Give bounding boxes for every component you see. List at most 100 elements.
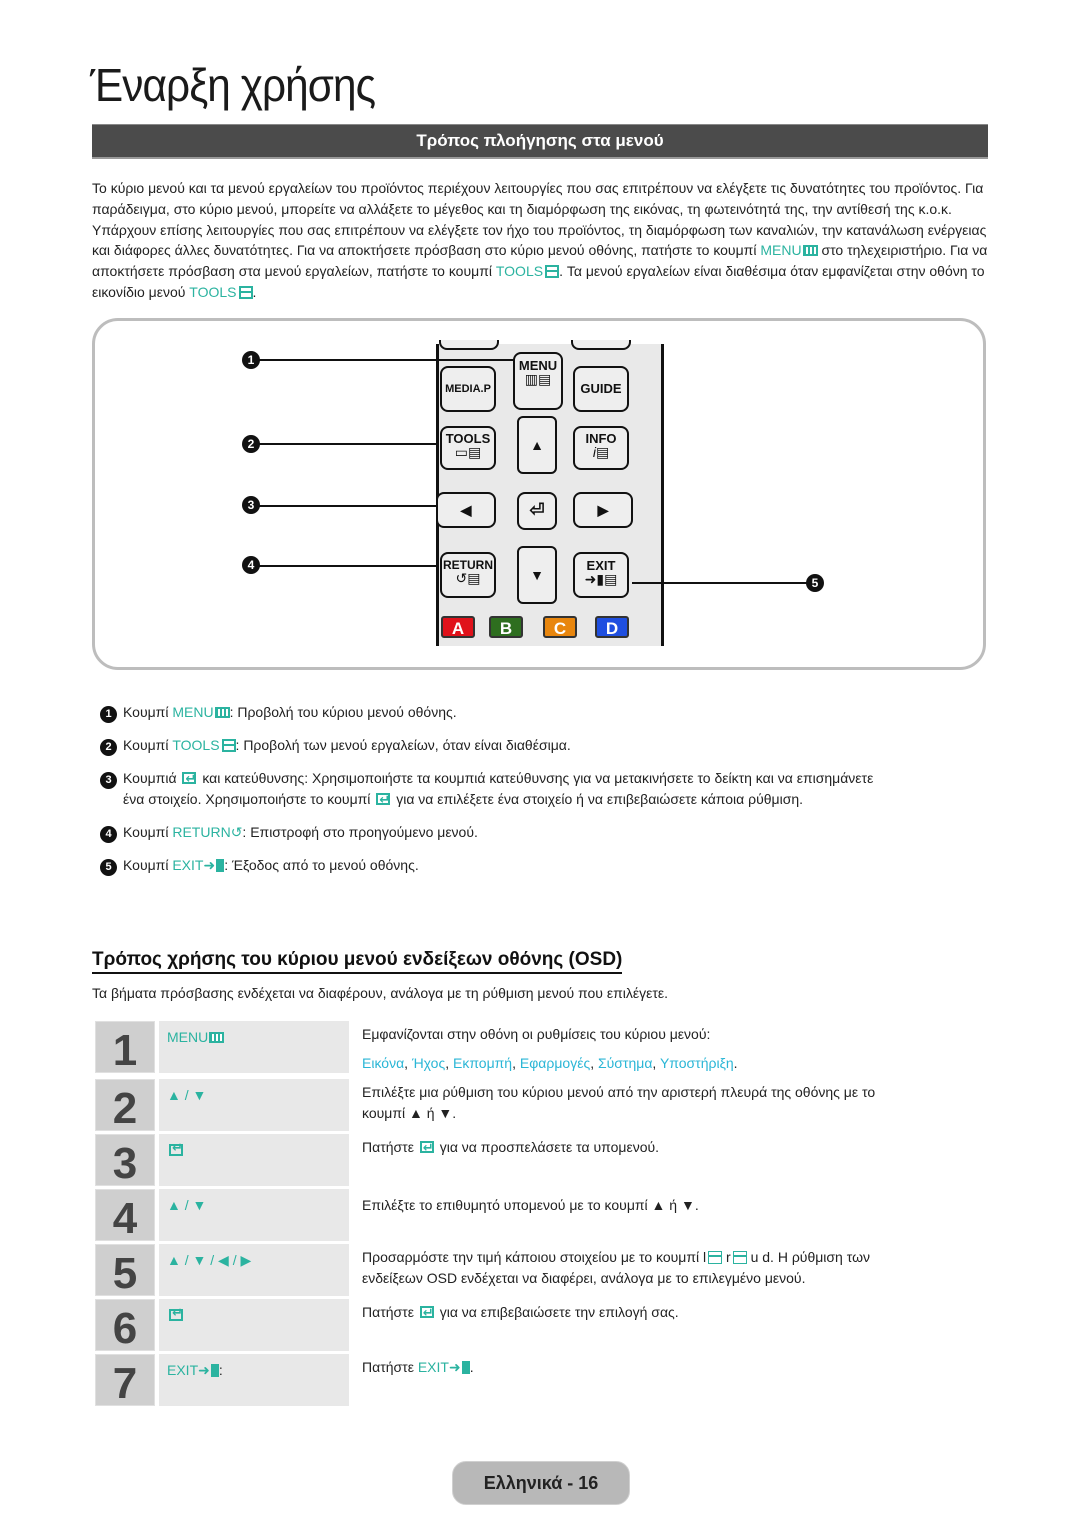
d-key-icon bbox=[708, 1251, 723, 1264]
guide-label: GUIDE bbox=[580, 381, 622, 396]
step-number: 1 bbox=[95, 1021, 155, 1075]
step-key bbox=[159, 1134, 349, 1186]
tools-icon bbox=[545, 265, 560, 279]
menu-key-label: MENU bbox=[760, 242, 802, 259]
callout-line-5 bbox=[632, 582, 808, 584]
exit-glyph-icon: ➜▮▤ bbox=[584, 571, 618, 587]
callout-line-4 bbox=[258, 565, 438, 567]
exit-arrow-icon: ➜ bbox=[198, 1362, 210, 1378]
step-desc-text: για να προσπελάσετε τα υπομενού. bbox=[435, 1139, 660, 1155]
menu-button: MENU ▥▤ bbox=[513, 352, 563, 410]
enter-button: ⏎ bbox=[517, 492, 557, 530]
step-row: 1 MENU Εμφανίζονται στην οθόνη οι ρυθμίσ… bbox=[95, 1021, 985, 1076]
color-button-a-label: A bbox=[451, 619, 465, 638]
menu-item-picture: Εικόνα bbox=[362, 1055, 405, 1071]
step-desc-text: Πατήστε bbox=[362, 1304, 418, 1320]
d-key-icon bbox=[732, 1251, 747, 1264]
tools-icon bbox=[221, 739, 236, 752]
step-description: Εμφανίζονται στην οθόνη οι ρυθμίσεις του… bbox=[362, 1024, 982, 1074]
legend-text: : Προβολή των μενού εργαλείων, όταν είνα… bbox=[235, 737, 571, 753]
step-number: 3 bbox=[95, 1134, 155, 1188]
legend-number: 4 bbox=[100, 826, 117, 843]
callout-line-2 bbox=[258, 443, 438, 445]
left-arrow-button: ◀ bbox=[436, 492, 496, 528]
step-number: 6 bbox=[95, 1299, 155, 1353]
legend-key: TOOLS bbox=[172, 737, 220, 753]
color-button-c-label: C bbox=[553, 619, 567, 638]
step-desc-text: u d. Η ρύθμιση των bbox=[746, 1249, 870, 1265]
exit-arrow-icon: ➜ bbox=[448, 1359, 461, 1375]
step-row: 3 Πατήστε για να προσπελάσετε τα υπομενο… bbox=[95, 1134, 985, 1189]
legend-number: 2 bbox=[100, 739, 117, 756]
step-key: MENU bbox=[159, 1021, 349, 1073]
menu-icon bbox=[214, 707, 230, 718]
intro-text-4: . bbox=[252, 283, 257, 300]
step-desc-text-2: κουμπί ▲ ή ▼. bbox=[362, 1105, 457, 1121]
page-title: Έναρξη χρήσης bbox=[90, 59, 376, 111]
menu-item-system: Σύστημα bbox=[597, 1055, 653, 1071]
tools-glyph-icon: ▭▤ bbox=[454, 444, 482, 460]
legend-item-1: 1 Κουμπί MENU: Προβολή του κύριου μενού ο… bbox=[100, 702, 980, 723]
exit-arrow-icon: ➜ bbox=[203, 857, 216, 873]
callout-line-1 bbox=[258, 359, 514, 361]
main-menu-list: Εικόνα, Ήχος, Εκπομπή, Εφαρμογές, Σύστημ… bbox=[362, 1055, 738, 1071]
color-button-d-label: D bbox=[605, 619, 619, 638]
step-desc-text: Πατήστε bbox=[362, 1359, 418, 1375]
exit-key-label: EXIT bbox=[417, 1359, 449, 1375]
step-description: Επιλέξτε το επιθυμητό υπομενού με το κου… bbox=[362, 1197, 699, 1213]
color-button-c: C bbox=[543, 616, 577, 638]
legend-prefix: Κουμπί bbox=[123, 704, 173, 720]
page-number-badge: Ελληνικά - 16 bbox=[452, 1461, 630, 1505]
step-key: ▲ / ▼ / ◀ / ▶ bbox=[159, 1244, 349, 1296]
step-number: 4 bbox=[95, 1189, 155, 1243]
remote-partial-button bbox=[571, 340, 631, 350]
tools-key-label-2: TOOLS bbox=[189, 283, 237, 300]
legend-text: για να επιλέξετε ένα στοιχείο ή να επιβε… bbox=[392, 791, 804, 807]
legend-prefix: Κουμπί bbox=[123, 737, 173, 753]
tools-icon bbox=[238, 285, 253, 299]
callout-line-3 bbox=[258, 505, 436, 507]
step-key: ▲ / ▼ bbox=[159, 1079, 349, 1131]
door-icon bbox=[461, 1361, 470, 1374]
return-icon: ↺ bbox=[230, 824, 243, 840]
menu-icon bbox=[209, 1032, 225, 1043]
color-button-b: B bbox=[489, 616, 523, 638]
menu-icon bbox=[802, 245, 818, 257]
step-number: 5 bbox=[95, 1244, 155, 1298]
legend-prefix: Κουμπί bbox=[123, 857, 173, 873]
exit-button: EXIT ➜▮▤ bbox=[573, 552, 629, 598]
enter-icon bbox=[376, 789, 391, 810]
step-row: 7 EXIT➜: Πατήστε EXIT➜. bbox=[95, 1354, 985, 1409]
step-desc-text: για να επιβεβαιώσετε την επιλογή σας. bbox=[435, 1304, 679, 1320]
step-description: Πατήστε για να προσπελάσετε τα υπομενού. bbox=[362, 1137, 982, 1158]
legend-text: : Προβολή του κύριου μενού οθόνης. bbox=[229, 704, 457, 720]
legend-key: RETURN bbox=[172, 824, 231, 840]
menu-item-applications: Εφαρμογές bbox=[519, 1055, 591, 1071]
right-arrow-button: ▶ bbox=[573, 492, 633, 528]
menu-item-broadcast: Εκπομπή bbox=[452, 1055, 513, 1071]
intro-paragraph: Το κύριο μενού και τα μενού εργαλείων το… bbox=[92, 178, 988, 303]
legend-text: και κατεύθυνσης: Χρησιμοποιήστε τα κουμπ… bbox=[198, 770, 874, 786]
door-icon bbox=[210, 1364, 219, 1377]
legend-item-3: 3 Κουμπιά και κατεύθυνσης: Χρησιμοποιήστε… bbox=[100, 768, 980, 810]
enter-icon bbox=[419, 1137, 434, 1158]
step-description: Προσαρμόστε την τιμή κάποιου στοιχείου μ… bbox=[362, 1247, 982, 1289]
step-description: Πατήστε EXIT➜. bbox=[362, 1357, 982, 1378]
return-glyph-icon: ↺▤ bbox=[455, 570, 481, 586]
down-arrow-button: ▼ bbox=[517, 546, 557, 604]
menu-grid-icon: ▥▤ bbox=[524, 371, 552, 387]
step-key-suffix: : bbox=[218, 1362, 223, 1378]
step-desc-text: Πατήστε bbox=[362, 1139, 418, 1155]
enter-icon bbox=[169, 1305, 183, 1321]
legend-text: ένα στοιχείο. Χρησιμοποιήστε το κουμπί bbox=[123, 791, 375, 807]
enter-icon bbox=[182, 768, 197, 789]
menu-item-sound: Ήχος bbox=[411, 1055, 446, 1071]
step-desc-text: . bbox=[469, 1359, 474, 1375]
legend-number: 3 bbox=[100, 772, 117, 789]
legend-number: 1 bbox=[100, 706, 117, 723]
step-row: 2 ▲ / ▼ Επιλέξτε μια ρύθμιση του κύριου … bbox=[95, 1079, 985, 1134]
tools-button: TOOLS ▭▤ bbox=[440, 426, 496, 470]
info-glyph-icon: i▤ bbox=[592, 444, 610, 460]
remote-control-illustration: MEDIA.P MENU ▥▤ GUIDE TOOLS ▭▤ ▲ INFO i▤ ◀ … bbox=[436, 340, 664, 646]
tools-key-label: TOOLS bbox=[495, 263, 544, 280]
